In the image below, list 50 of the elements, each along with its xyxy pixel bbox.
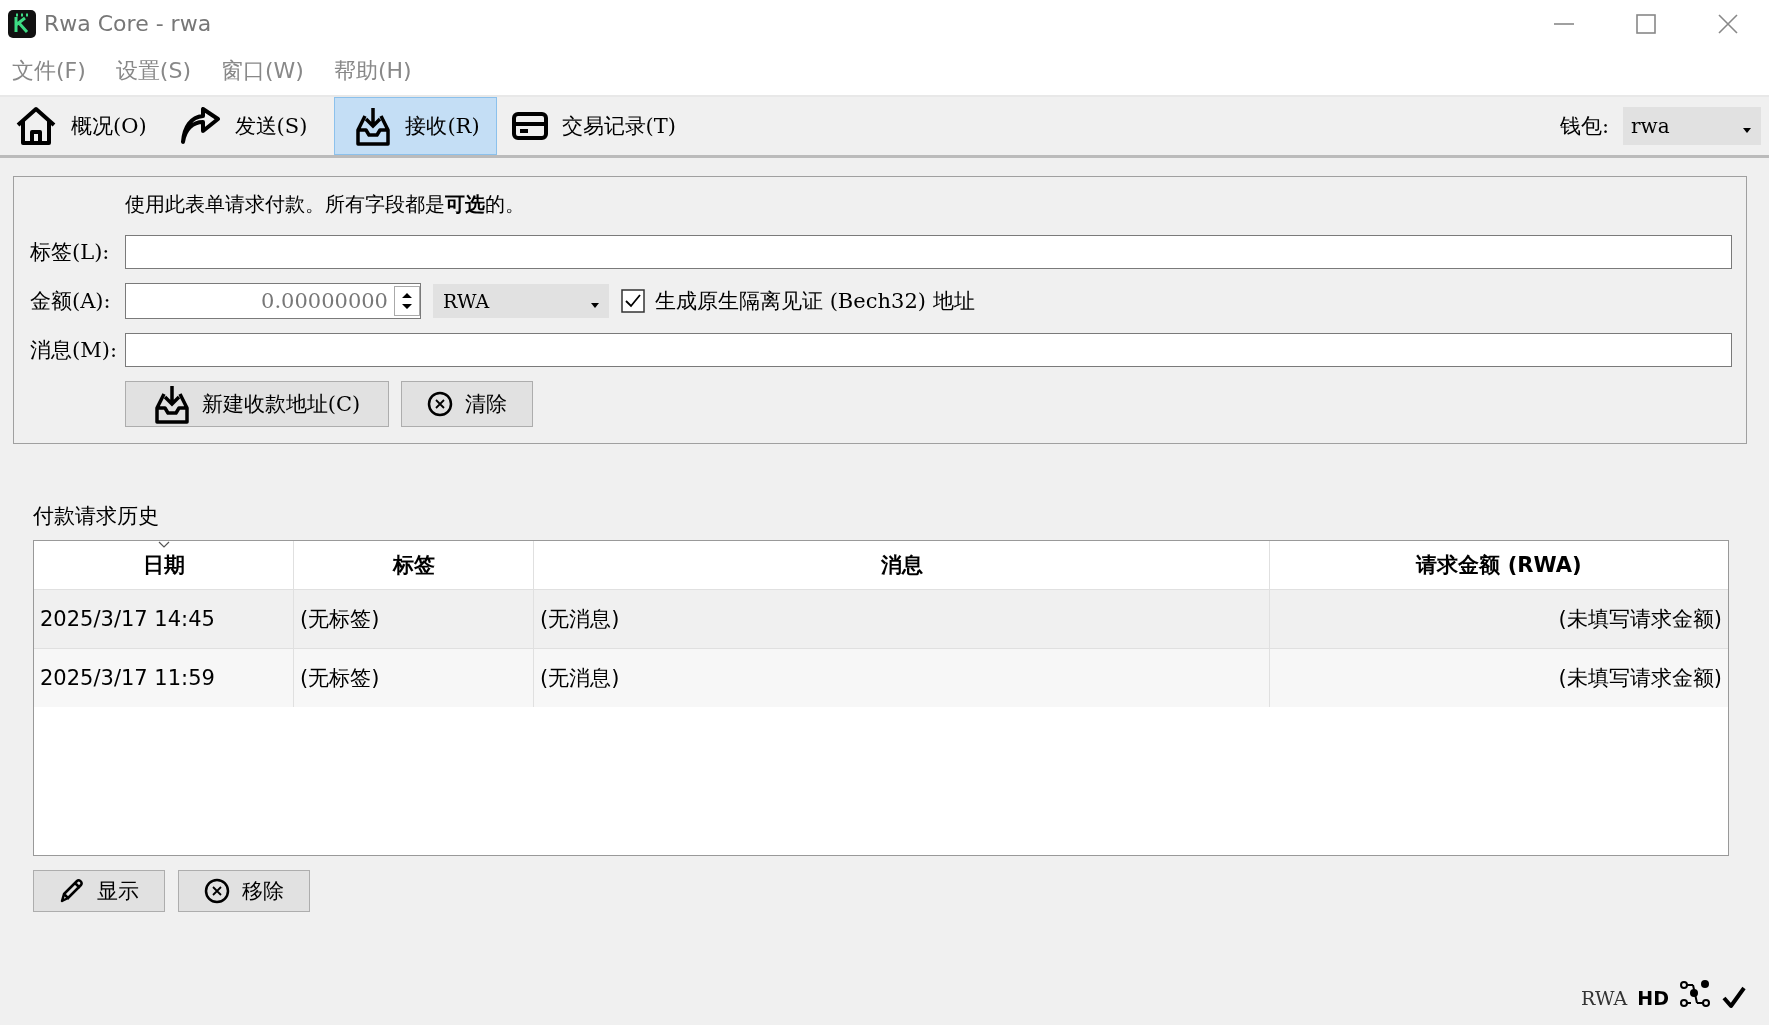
field-label: 消息(M): xyxy=(30,337,118,364)
maximize-button[interactable] xyxy=(1636,13,1656,34)
dropdown-caret-icon xyxy=(591,303,599,308)
remove-button[interactable]: 移除 xyxy=(178,870,310,912)
form-instructions: 使用此表单请求付款。所有字段都是可选的。 xyxy=(125,191,526,218)
table-cell: (无消息) xyxy=(534,649,1270,707)
wallet-dropdown[interactable]: rwa xyxy=(1623,107,1761,145)
show-button[interactable]: 显示 xyxy=(33,870,165,912)
pencil-icon xyxy=(59,878,85,904)
checkbox[interactable] xyxy=(621,289,645,313)
toolbar-tab[interactable]: 接收(R) xyxy=(334,97,497,155)
hd-label: HD xyxy=(1637,987,1669,1009)
checkbox-label: 生成原生隔离见证 (Bech32) 地址 xyxy=(655,288,975,315)
network-icon xyxy=(1679,979,1711,1009)
inbox-download-icon xyxy=(153,384,190,424)
window-title: Rwa Core - rwa xyxy=(44,11,213,36)
unit-label: RWA xyxy=(1581,987,1628,1009)
table-cell-text: (未填写请求金额) xyxy=(1557,665,1723,692)
column-header[interactable]: 请求金额 (RWA) xyxy=(1270,541,1728,589)
toolbar-tab[interactable]: 概况(O) xyxy=(10,97,164,155)
inbox-download-icon xyxy=(355,106,392,146)
toolbar-tab[interactable]: 发送(S) xyxy=(173,97,325,155)
label-input[interactable] xyxy=(125,235,1732,269)
close-button[interactable] xyxy=(1718,13,1738,34)
menu-item[interactable]: 设置(S) xyxy=(115,56,191,86)
clear-button[interactable]: 清除 xyxy=(401,381,533,427)
menu-item[interactable]: 文件(F) xyxy=(12,56,86,86)
menu-item[interactable]: 窗口(W) xyxy=(220,56,304,86)
amount-spinbox[interactable]: 0.00000000 xyxy=(125,283,421,319)
wallet-label: 钱包: xyxy=(1559,113,1609,140)
unit-dropdown[interactable]: RWA xyxy=(433,284,609,318)
dropdown-caret-icon xyxy=(1743,128,1751,133)
message-input[interactable] xyxy=(125,333,1732,367)
spin-arrows-icon xyxy=(394,286,420,316)
checkmark-icon[interactable] xyxy=(1721,985,1747,1009)
table-cell: 2025/3/17 11:59 xyxy=(34,649,294,707)
table-cell: (无标签) xyxy=(294,649,534,707)
toolbar-tab[interactable]: 交易记录(T) xyxy=(506,97,693,155)
new-address-button[interactable]: 新建收款地址(C) xyxy=(125,381,389,427)
menu-item[interactable]: 帮助(H) xyxy=(333,56,412,86)
table-cell-text: (未填写请求金额) xyxy=(1557,606,1723,633)
home-icon xyxy=(15,106,57,146)
field-label: 标签(L): xyxy=(30,239,111,266)
card-icon xyxy=(511,112,548,140)
clear-icon xyxy=(427,391,453,417)
share-arrow-icon xyxy=(178,107,221,145)
section-title: 付款请求历史 xyxy=(33,503,160,530)
clear-icon xyxy=(204,878,230,904)
app-logo xyxy=(8,9,36,38)
field-label: 金额(A): xyxy=(30,288,112,315)
